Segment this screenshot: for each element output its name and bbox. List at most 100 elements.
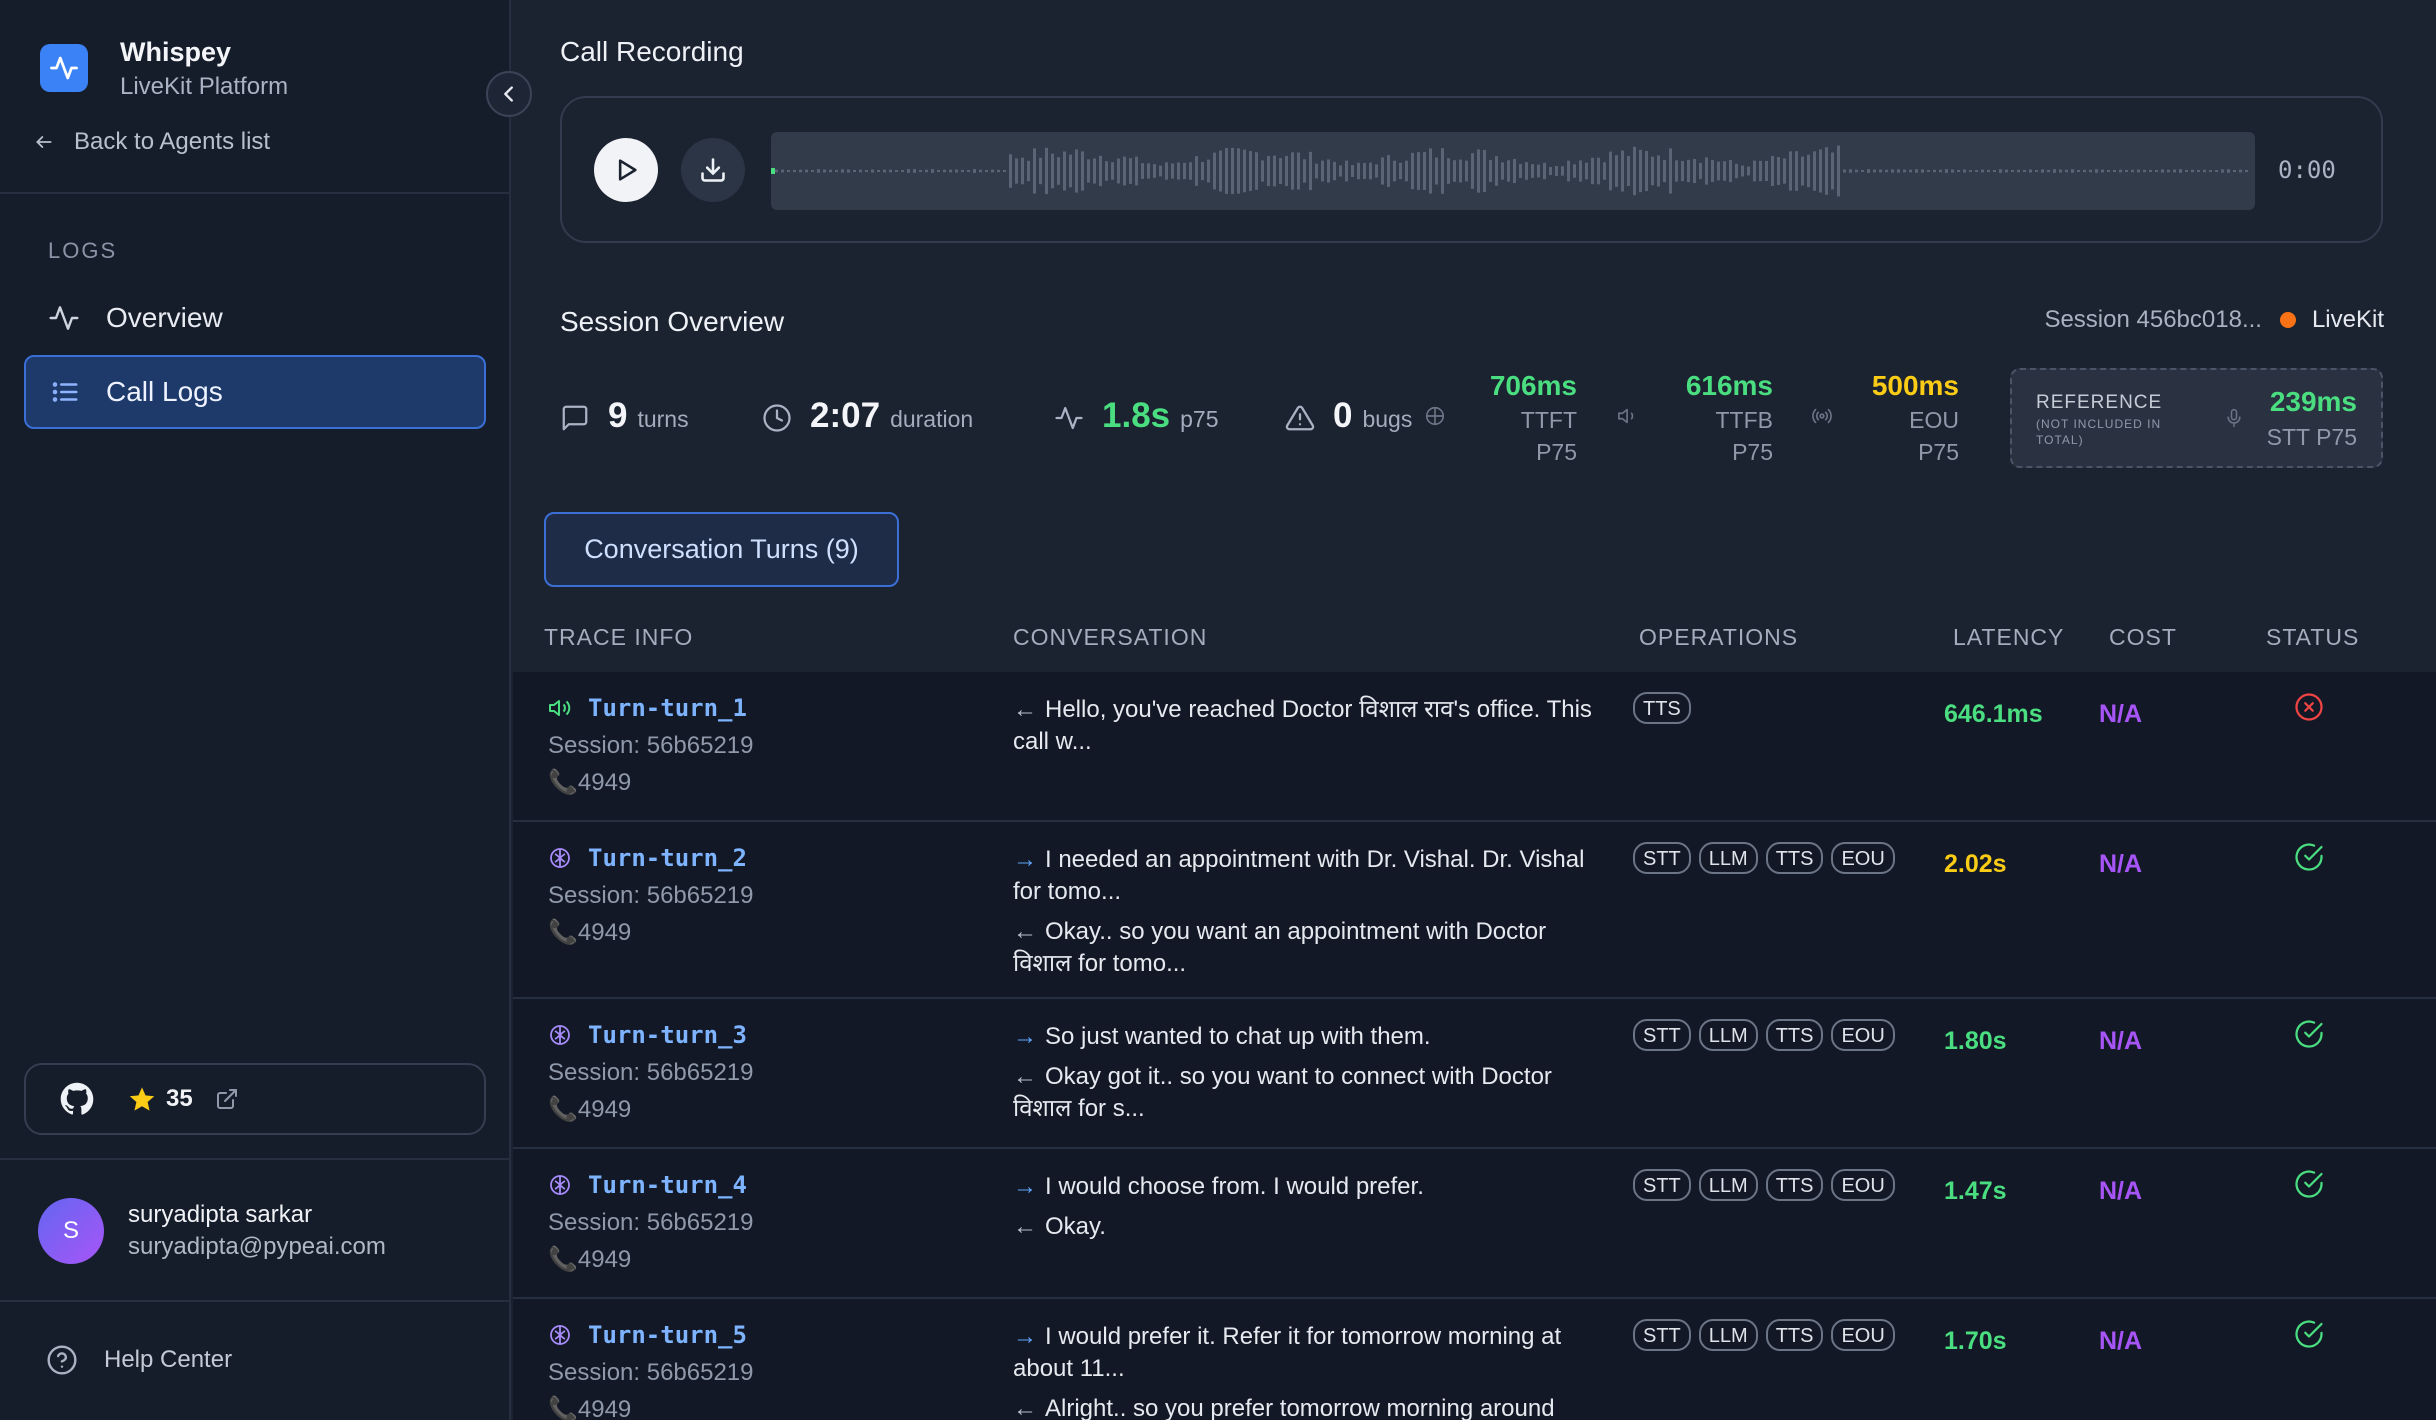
- waveform-bar: [901, 170, 904, 172]
- stt-value: 239ms: [2269, 386, 2357, 417]
- waveform-bar: [937, 170, 940, 172]
- waveform-bar: [1225, 148, 1228, 194]
- session-info: Session 456bc018... LiveKit: [2044, 306, 2384, 334]
- op-chip: TTS: [1765, 1019, 1824, 1051]
- waveform-scrubber[interactable]: [771, 132, 2255, 210]
- download-button[interactable]: [681, 138, 745, 202]
- back-to-agents-link[interactable]: Back to Agents list: [34, 128, 270, 156]
- github-stars-link[interactable]: 35: [24, 1063, 486, 1135]
- sidebar-item-call-logs[interactable]: Call Logs: [24, 355, 486, 429]
- waveform-bar: [1819, 149, 1822, 193]
- turn-name[interactable]: Turn-turn_5: [588, 1321, 747, 1349]
- waveform-bar: [1261, 160, 1264, 182]
- sidebar: Whispey LiveKit Platform Back to Agents …: [0, 0, 511, 1420]
- user-profile[interactable]: S suryadipta sarkar suryadipta@pypeai.co…: [38, 1198, 386, 1264]
- waveform-bar: [1177, 162, 1180, 180]
- table-row[interactable]: Turn-turn_3 Session: 56b65219 📞4949 → So …: [513, 999, 2436, 1149]
- waveform-bar: [1309, 151, 1312, 191]
- waveform-bar: [1999, 169, 2002, 173]
- waveform-bar: [2209, 170, 2212, 172]
- waveform-bar: [1723, 161, 1726, 181]
- ttft-value: 706ms: [1489, 370, 1577, 401]
- waveform-bar: [1729, 159, 1732, 183]
- reference-metric-box: REFERENCE (NOT INCLUDED IN TOTAL) 239ms …: [2010, 368, 2383, 468]
- user-message: → So just wanted to chat up with them.: [1013, 1023, 1431, 1050]
- waveform-bar: [1357, 162, 1360, 180]
- waveform-bar: [1705, 157, 1708, 185]
- turn-cost: N/A: [2099, 850, 2143, 878]
- table-row[interactable]: Turn-turn_4 Session: 56b65219 📞4949 → I w…: [513, 1149, 2436, 1299]
- waveform-bar: [1435, 157, 1438, 185]
- waveform-bar: [2143, 169, 2146, 173]
- waveform-bar: [1717, 161, 1720, 181]
- waveform-bar: [1519, 164, 1522, 178]
- waveform-bar: [2089, 169, 2092, 173]
- help-center-label: Help Center: [104, 1346, 233, 1373]
- table-row[interactable]: Turn-turn_5 Session: 56b65219 📞4949 → I w…: [513, 1299, 2436, 1420]
- waveform-bar: [1099, 155, 1102, 187]
- waveform-bar: [949, 169, 952, 173]
- operations: TTS: [1633, 692, 1699, 724]
- turn-name[interactable]: Turn-turn_2: [588, 844, 747, 872]
- waveform-bar: [1777, 156, 1780, 186]
- waveform-bar: [1111, 162, 1114, 180]
- op-chip: STT: [1633, 1019, 1691, 1051]
- waveform-bar: [907, 169, 910, 173]
- waveform-bar: [2029, 169, 2032, 173]
- star-icon: [129, 1087, 155, 1111]
- waveform-bar: [1489, 160, 1492, 182]
- turn-name[interactable]: Turn-turn_1: [588, 694, 747, 722]
- waveform-bar: [1969, 170, 1972, 172]
- waveform-bar: [2113, 170, 2116, 172]
- waveform-bar: [1321, 160, 1324, 182]
- table-row[interactable]: Turn-turn_1 Session: 56b65219 📞4949 ← Hel…: [513, 672, 2436, 822]
- waveform-bar: [1801, 156, 1804, 186]
- waveform-bar: [1045, 147, 1048, 195]
- waveform-bar: [1837, 145, 1840, 197]
- waveform-bar: [913, 169, 916, 173]
- duration-value: 2:07: [810, 396, 881, 435]
- waveform-bar: [1201, 161, 1204, 181]
- table-row[interactable]: Turn-turn_2 Session: 56b65219 📞4949 → I n…: [513, 822, 2436, 999]
- ttfb-metric: 616ms TTFB P75: [1661, 368, 1773, 468]
- waveform-bar: [2245, 169, 2248, 173]
- waveform-bar: [2149, 170, 2152, 172]
- waveform-bar: [1411, 152, 1414, 190]
- waveform-bar: [793, 169, 796, 173]
- reference-subtitle: (NOT INCLUDED IN TOTAL): [2036, 417, 2162, 447]
- op-chip: EOU: [1831, 1169, 1895, 1201]
- help-center-link[interactable]: Help Center: [46, 1344, 232, 1376]
- waveform-bar: [967, 170, 970, 172]
- waveform-bar: [2161, 169, 2164, 173]
- waveform-bar: [1351, 165, 1354, 177]
- waveform-bar: [1897, 169, 1900, 173]
- waveform-bar: [1741, 165, 1744, 177]
- waveform-bar: [1189, 162, 1192, 180]
- waveform-bar: [853, 170, 856, 172]
- waveform-bar: [925, 169, 928, 173]
- waveform-bar: [1735, 163, 1738, 179]
- waveform-bar: [1039, 157, 1042, 185]
- waveform-bar: [1663, 159, 1666, 183]
- waveform-bar: [2173, 169, 2176, 173]
- turn-name[interactable]: Turn-turn_4: [588, 1171, 747, 1199]
- turn-latency: 1.47s: [1944, 1177, 2007, 1205]
- waveform-bar: [1627, 156, 1630, 186]
- waveform-bar: [1573, 164, 1576, 178]
- waveform-bar: [2227, 169, 2230, 173]
- waveform-bar: [1327, 159, 1330, 183]
- sidebar-item-overview[interactable]: Overview: [24, 281, 486, 355]
- agent-message: ← Okay.: [1013, 1213, 1106, 1240]
- waveform-bar: [865, 169, 868, 173]
- tab-conversation-turns[interactable]: Conversation Turns (9): [544, 512, 899, 587]
- waveform-bar: [1123, 156, 1126, 186]
- waveform-bar: [775, 169, 778, 173]
- op-chip: TTS: [1765, 1169, 1824, 1201]
- play-button[interactable]: [594, 138, 658, 202]
- turn-name[interactable]: Turn-turn_3: [588, 1021, 747, 1049]
- header-status: STATUS: [2266, 624, 2360, 650]
- waveform-bar: [1639, 149, 1642, 193]
- arrow-left-icon: ←: [1013, 918, 1037, 945]
- waveform-bar: [1417, 152, 1420, 190]
- collapse-sidebar-button[interactable]: [486, 71, 532, 117]
